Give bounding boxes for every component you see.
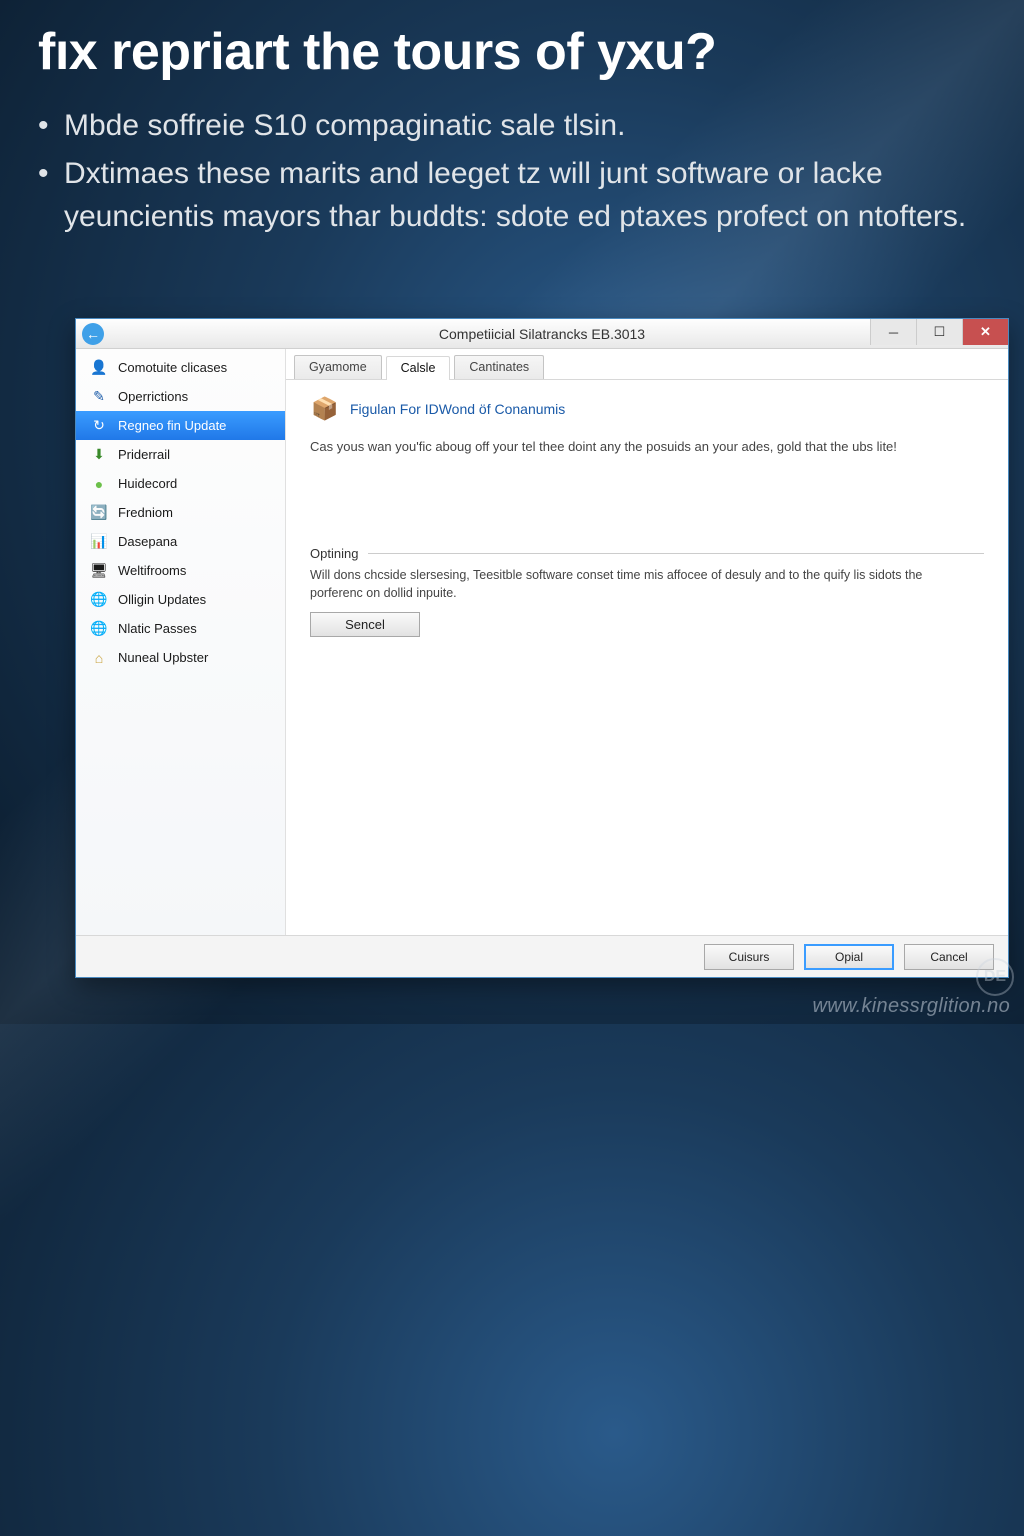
- minimize-button[interactable]: [870, 319, 916, 345]
- watermark-badge: DE: [976, 958, 1014, 996]
- window-controls: [870, 319, 1008, 345]
- home-icon: ⌂: [90, 649, 108, 667]
- sidebar-item-nlatic-passes[interactable]: 🌐 Nlatic Passes: [76, 614, 285, 643]
- tab-pane: 📦 Figulan For IDWond öf Conanumis Cas yo…: [286, 380, 1008, 935]
- sidebar-item-label: Huidecord: [118, 476, 177, 491]
- sidebar-item-dasepana[interactable]: 📊 Dasepana: [76, 527, 285, 556]
- opial-button[interactable]: Opial: [804, 944, 894, 970]
- sidebar-item-label: Fredniom: [118, 505, 173, 520]
- tab-gyamome[interactable]: Gyamome: [294, 355, 382, 379]
- sidebar-item-label: Operrictions: [118, 389, 188, 404]
- dialog-footer: Cuisurs Opial Cancel: [76, 935, 1008, 977]
- user-lock-icon: 👤: [90, 359, 108, 377]
- sidebar-item-label: Olligin Updates: [118, 592, 206, 607]
- sidebar-item-label: Regneo fin Update: [118, 418, 226, 433]
- globe-icon: 🌐: [90, 620, 108, 638]
- record-icon: ●: [90, 475, 108, 493]
- slide-title: fıx repriart the tours of yxu?: [38, 22, 1004, 82]
- sidebar-item-label: Priderrail: [118, 447, 170, 462]
- sidebar-item-label: Weltifrooms: [118, 563, 186, 578]
- sidebar-item-olligin-updates[interactable]: 🌐 Olligin Updates: [76, 585, 285, 614]
- content-area: Gyamome Calsle Cantinates 📦 Figulan For …: [286, 349, 1008, 935]
- slide-bullets: Mbde soffreie S10 compaginatic sale tlsi…: [38, 104, 994, 243]
- back-icon[interactable]: [82, 323, 104, 345]
- pane-description: Cas yous wan you'fic aboug off your tel …: [310, 438, 950, 456]
- monitor-icon: 🖥: [90, 562, 108, 580]
- sidebar-item-priderrail[interactable]: ⬇ Priderrail: [76, 440, 285, 469]
- tab-calsle[interactable]: Calsle: [386, 356, 451, 380]
- bullet-1: Mbde soffreie S10 compaginatic sale tlsi…: [38, 104, 994, 148]
- sidebar-item-operrictions[interactable]: ✎ Operrictions: [76, 382, 285, 411]
- sidebar-item-comotuite[interactable]: 👤 Comotuite clicases: [76, 353, 285, 382]
- section-label: Optining: [310, 546, 358, 561]
- sidebar-item-weltifrooms[interactable]: 🖥 Weltifrooms: [76, 556, 285, 585]
- window-title: Competiicial Silatrancks EB.3013: [76, 326, 1008, 342]
- sidebar-item-label: Comotuite clicases: [118, 360, 227, 375]
- cuisurs-button[interactable]: Cuisurs: [704, 944, 794, 970]
- pane-heading-row: 📦 Figulan For IDWond öf Conanumis: [310, 394, 984, 424]
- divider: [368, 553, 984, 554]
- sencel-button[interactable]: Sencel: [310, 612, 420, 637]
- sidebar-item-label: Nuneal Upbster: [118, 650, 208, 665]
- section-label-row: Optining: [310, 546, 984, 561]
- pane-heading: Figulan For IDWond öf Conanumis: [350, 401, 565, 417]
- sidebar-item-nuneal-upbster[interactable]: ⌂ Nuneal Upbster: [76, 643, 285, 672]
- tabs: Gyamome Calsle Cantinates: [286, 349, 1008, 380]
- titlebar: Competiicial Silatrancks EB.3013: [76, 319, 1008, 349]
- globe-icon: 🌐: [90, 591, 108, 609]
- refresh-icon: 🔄: [90, 504, 108, 522]
- pencil-icon: ✎: [90, 388, 108, 406]
- tab-cantinates[interactable]: Cantinates: [454, 355, 544, 379]
- sidebar-item-regneo-update[interactable]: ↻ Regneo fin Update: [76, 411, 285, 440]
- window-body: 👤 Comotuite clicases ✎ Operrictions ↻ Re…: [76, 349, 1008, 935]
- app-window: Competiicial Silatrancks EB.3013 👤 Comot…: [75, 318, 1009, 978]
- chart-icon: 📊: [90, 533, 108, 551]
- watermark-url: www.kinessrglition.no: [813, 995, 1011, 1018]
- sidebar-item-huidecord[interactable]: ● Huidecord: [76, 469, 285, 498]
- bullet-2: Dxtimaes these marits and leeget tz will…: [38, 152, 994, 239]
- sidebar: 👤 Comotuite clicases ✎ Operrictions ↻ Re…: [76, 349, 286, 935]
- close-button[interactable]: [962, 319, 1008, 345]
- sidebar-item-label: Nlatic Passes: [118, 621, 197, 636]
- sidebar-item-fredniom[interactable]: 🔄 Fredniom: [76, 498, 285, 527]
- sidebar-item-label: Dasepana: [118, 534, 177, 549]
- box-icon: 📦: [310, 394, 340, 424]
- section-description: Will dons chcside slersesing, Teesitble …: [310, 567, 950, 602]
- update-arrow-icon: ↻: [90, 417, 108, 435]
- download-icon: ⬇: [90, 446, 108, 464]
- maximize-button[interactable]: [916, 319, 962, 345]
